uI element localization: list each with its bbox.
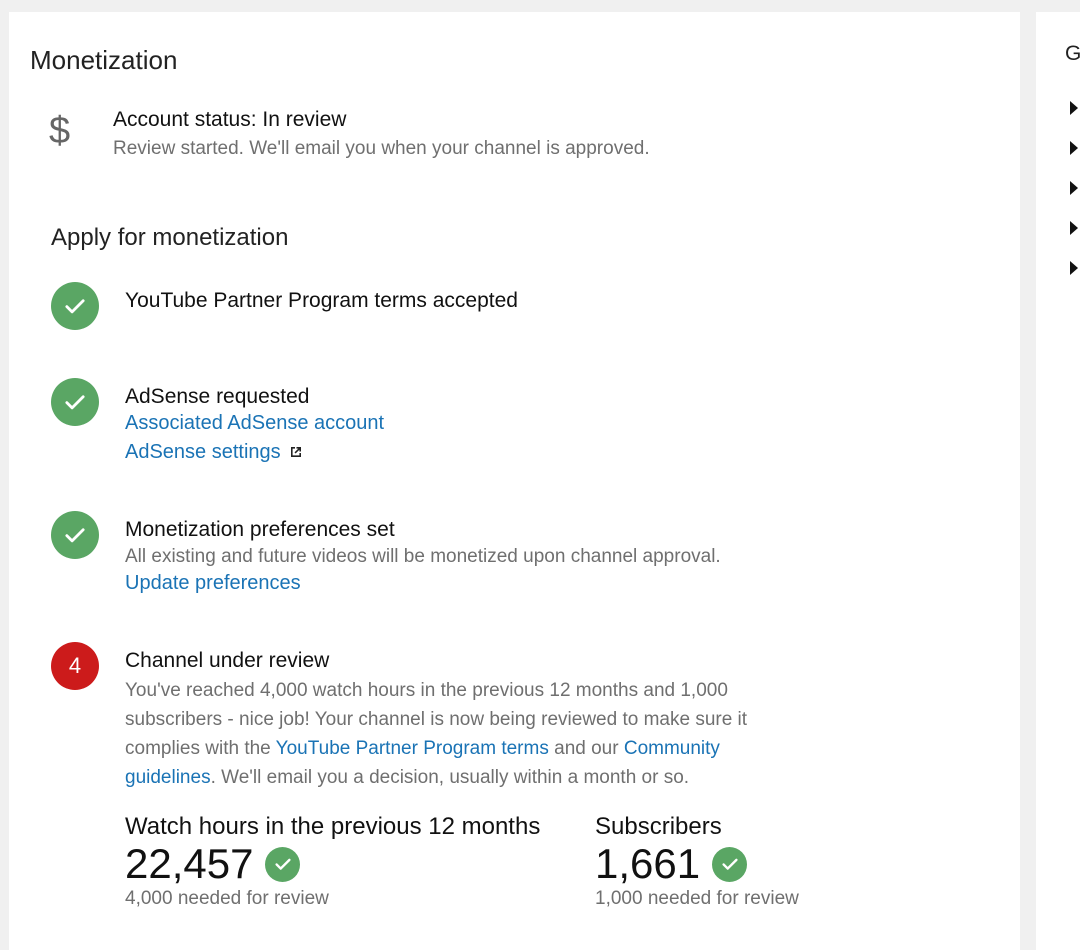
dollar-icon: $ [49, 110, 71, 152]
monetization-card: Monetization $ Account status: In review… [9, 12, 1020, 950]
subscribers-label: Subscribers [595, 813, 722, 840]
step-preferences-title: Monetization preferences set [125, 518, 395, 541]
step-number-badge: 4 [51, 642, 99, 690]
subscribers-note: 1,000 needed for review [595, 888, 799, 909]
account-status-title: Account status: In review [113, 108, 347, 131]
check-circle-icon [51, 511, 99, 559]
step-adsense-title: AdSense requested [125, 385, 310, 408]
step-review-title: Channel under review [125, 649, 330, 672]
check-circle-icon [265, 846, 301, 882]
expand-arrow-icon[interactable] [1070, 261, 1078, 275]
side-panel: G [1036, 12, 1080, 950]
review-text-part3: . We'll email you a decision, usually wi… [210, 767, 690, 788]
watch-hours-label: Watch hours in the previous 12 months [125, 813, 541, 840]
expand-arrow-icon[interactable] [1070, 181, 1078, 195]
subscribers-value: 1,661 [595, 840, 748, 888]
step-ypp-terms-title: YouTube Partner Program terms accepted [125, 289, 518, 312]
watch-hours-value: 22,457 [125, 840, 301, 888]
external-link-icon [290, 447, 301, 457]
associated-adsense-account-link[interactable]: Associated AdSense account [125, 412, 384, 435]
check-circle-icon [51, 282, 99, 330]
check-circle-icon [712, 846, 748, 882]
review-text-part2: and our [548, 738, 624, 759]
page-title: Monetization [30, 45, 178, 75]
expand-arrow-icon[interactable] [1070, 141, 1078, 155]
expand-arrow-icon[interactable] [1070, 221, 1078, 235]
section-title: Apply for monetization [51, 224, 289, 251]
step-preferences-text: All existing and future videos will be m… [125, 546, 721, 567]
account-status-subtitle: Review started. We'll email you when you… [113, 138, 650, 159]
expand-arrow-icon[interactable] [1070, 101, 1078, 115]
watch-hours-note: 4,000 needed for review [125, 888, 329, 909]
side-panel-title: G [1065, 42, 1080, 65]
update-preferences-link[interactable]: Update preferences [125, 572, 301, 595]
step-review-text: You've reached 4,000 watch hours in the … [125, 676, 775, 792]
adsense-settings-label: AdSense settings [125, 441, 281, 463]
check-circle-icon [51, 378, 99, 426]
adsense-settings-link[interactable]: AdSense settings [125, 441, 303, 464]
watch-hours-number: 22,457 [125, 840, 254, 887]
subscribers-number: 1,661 [595, 840, 701, 887]
ypp-terms-link[interactable]: YouTube Partner Program terms [276, 738, 549, 759]
